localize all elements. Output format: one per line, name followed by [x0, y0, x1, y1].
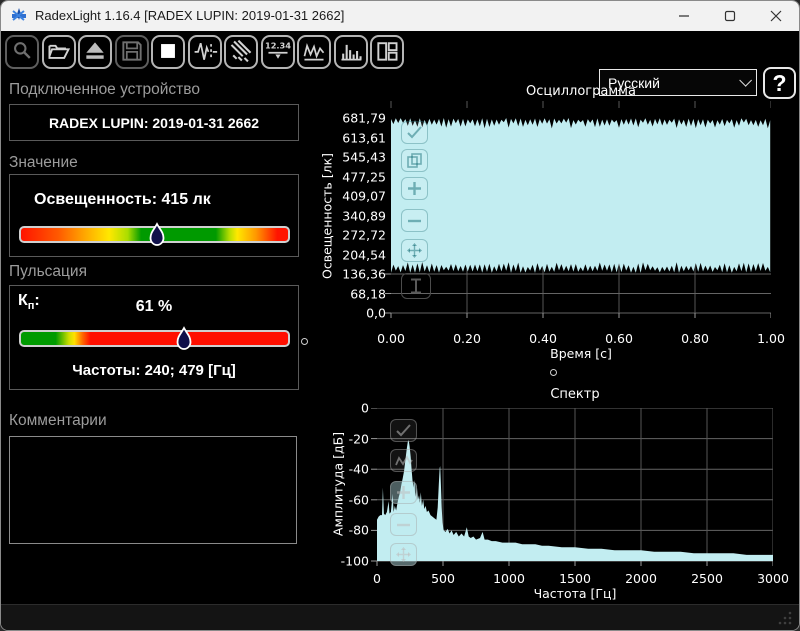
pulsation-box: Кп: 61 % Частоты: 240; 479 [Гц] — [9, 285, 299, 390]
oscillogram-view-button[interactable] — [297, 35, 331, 69]
osc-copy-button[interactable] — [401, 149, 428, 172]
eject-icon — [82, 38, 108, 67]
device-name: RADEX LUPIN: 2019-01-31 2662 — [48, 114, 260, 131]
kp-value: 61 % — [135, 298, 173, 315]
status-bar — [1, 604, 799, 630]
xtick-label: 0.80 — [681, 331, 709, 346]
xtick-label: 3000 — [757, 571, 789, 586]
titlebar: RadexLight 1.16.4 [RADEX LUPIN: 2019-01-… — [1, 1, 799, 31]
stop-measurement-button[interactable] — [151, 35, 185, 69]
ytick-label: 136,36 — [342, 266, 386, 282]
spec-select-button[interactable] — [390, 419, 417, 442]
oscillogram-icon — [301, 38, 327, 67]
ytick-label: 204,54 — [342, 247, 386, 262]
comments-input[interactable] — [9, 436, 297, 544]
spectrum-title: Спектр — [550, 387, 600, 402]
illuminance-mode-button[interactable] — [224, 35, 258, 69]
eject-device-button[interactable] — [78, 35, 112, 69]
xtick-label: 0 — [373, 571, 381, 586]
xtick-label: 2000 — [625, 571, 657, 586]
osc-select-button[interactable] — [401, 121, 428, 144]
panel-layout-icon — [374, 38, 400, 67]
spectrum-xlabel: Частота [Гц] — [533, 586, 617, 601]
ytick-label: 545,43 — [342, 149, 386, 165]
comments-section-label: Комментарии — [9, 412, 107, 429]
open-folder-icon — [46, 38, 72, 67]
illuminance-scale-bar — [19, 222, 290, 246]
spec-pan-button[interactable] — [390, 543, 417, 566]
ytick-label: 0,0 — [366, 305, 386, 321]
pulsation-marker-icon — [176, 326, 192, 359]
oscillogram-xlabel: Время [с] — [550, 346, 612, 361]
ytick-label: 477,25 — [342, 169, 386, 184]
ytick-label: 681,79 — [342, 110, 386, 126]
xtick-label: 0.60 — [605, 331, 633, 346]
value-box: Освещенность: 415 лк — [9, 174, 299, 257]
xtick-label: 1.00 — [757, 331, 785, 346]
oscillogram-title: Осциллограмма — [526, 84, 636, 99]
layout-view-button[interactable] — [370, 35, 404, 69]
xtick-label: 0.00 — [377, 331, 405, 346]
value-section-label: Значение — [9, 154, 78, 171]
ytick-label: -80 — [348, 522, 369, 538]
pulsation-section-label: Пульсация — [9, 263, 87, 280]
oscillogram-plot[interactable] — [385, 101, 771, 321]
ytick-label: 340,89 — [342, 208, 386, 223]
toolbar: 12.34 Русский ? — [1, 31, 799, 99]
xtick-label: 1000 — [493, 571, 525, 586]
device-box: RADEX LUPIN: 2019-01-31 2662 — [9, 104, 299, 141]
horizontal-splitter-handle[interactable] — [550, 369, 557, 376]
xtick-label: 0.20 — [453, 331, 481, 346]
stop-square-icon — [155, 38, 181, 67]
app-icon — [11, 8, 27, 24]
spectrum-plot[interactable] — [369, 408, 773, 569]
window-title: RadexLight 1.16.4 [RADEX LUPIN: 2019-01-… — [35, 8, 345, 23]
xtick-label: 1500 — [559, 571, 591, 586]
ytick-label: -20 — [348, 431, 369, 447]
close-button[interactable] — [753, 1, 799, 31]
ytick-label: 0 — [361, 400, 369, 416]
spec-autoscale-button[interactable] — [390, 449, 417, 472]
ytick-label: -100 — [340, 553, 369, 569]
illuminance-marker-icon — [149, 222, 165, 255]
osc-zoom-in-button[interactable] — [401, 177, 428, 200]
spectrum-ylabel: Амплитуда [дБ] — [330, 431, 346, 537]
xtick-label: 2500 — [691, 571, 723, 586]
numeric-readout-icon: 12.34 — [265, 38, 291, 67]
device-section-label: Подключенное устройство — [9, 81, 200, 98]
vertical-splitter-handle[interactable] — [301, 338, 308, 345]
osc-zoom-out-button[interactable] — [401, 209, 428, 232]
pulsation-mode-button[interactable] — [187, 35, 222, 69]
floppy-disk-icon — [119, 38, 145, 67]
pulsation-scale-bar — [19, 326, 290, 350]
maximize-button[interactable] — [707, 1, 753, 31]
ytick-label: -40 — [348, 461, 369, 477]
minimize-button[interactable] — [661, 1, 707, 31]
pulse-waveform-icon — [192, 38, 218, 67]
spec-zoom-out-button[interactable] — [390, 513, 417, 536]
ytick-label: 409,07 — [342, 188, 386, 204]
spectrum-view-button[interactable] — [333, 35, 368, 69]
ytick-label: -60 — [348, 492, 369, 508]
osc-pan-button[interactable] — [401, 239, 428, 262]
xtick-label: 500 — [431, 571, 455, 586]
ytick-label: 613,61 — [342, 130, 386, 145]
illuminance-reading: Освещенность: 415 лк — [34, 191, 211, 208]
ytick-label: 272,72 — [342, 227, 386, 243]
magnifier-icon — [9, 38, 35, 67]
numeric-display-button[interactable]: 12.34 — [260, 35, 295, 69]
osc-cursor-button[interactable] — [401, 273, 431, 299]
xtick-label: 0.40 — [529, 331, 557, 346]
light-rays-icon — [228, 38, 254, 67]
resize-grip[interactable] — [778, 611, 792, 630]
frequencies-text: Частоты: 240; 479 [Гц] — [72, 362, 236, 379]
bar-chart-icon — [338, 38, 364, 67]
svg-text:12.34: 12.34 — [265, 40, 291, 50]
save-file-button[interactable] — [114, 35, 149, 69]
ytick-label: 68,18 — [350, 286, 386, 301]
open-file-button[interactable] — [41, 35, 76, 69]
spec-zoom-in-button[interactable] — [390, 481, 417, 504]
search-device-button[interactable] — [5, 35, 39, 69]
application-window: RadexLight 1.16.4 [RADEX LUPIN: 2019-01-… — [0, 0, 800, 631]
